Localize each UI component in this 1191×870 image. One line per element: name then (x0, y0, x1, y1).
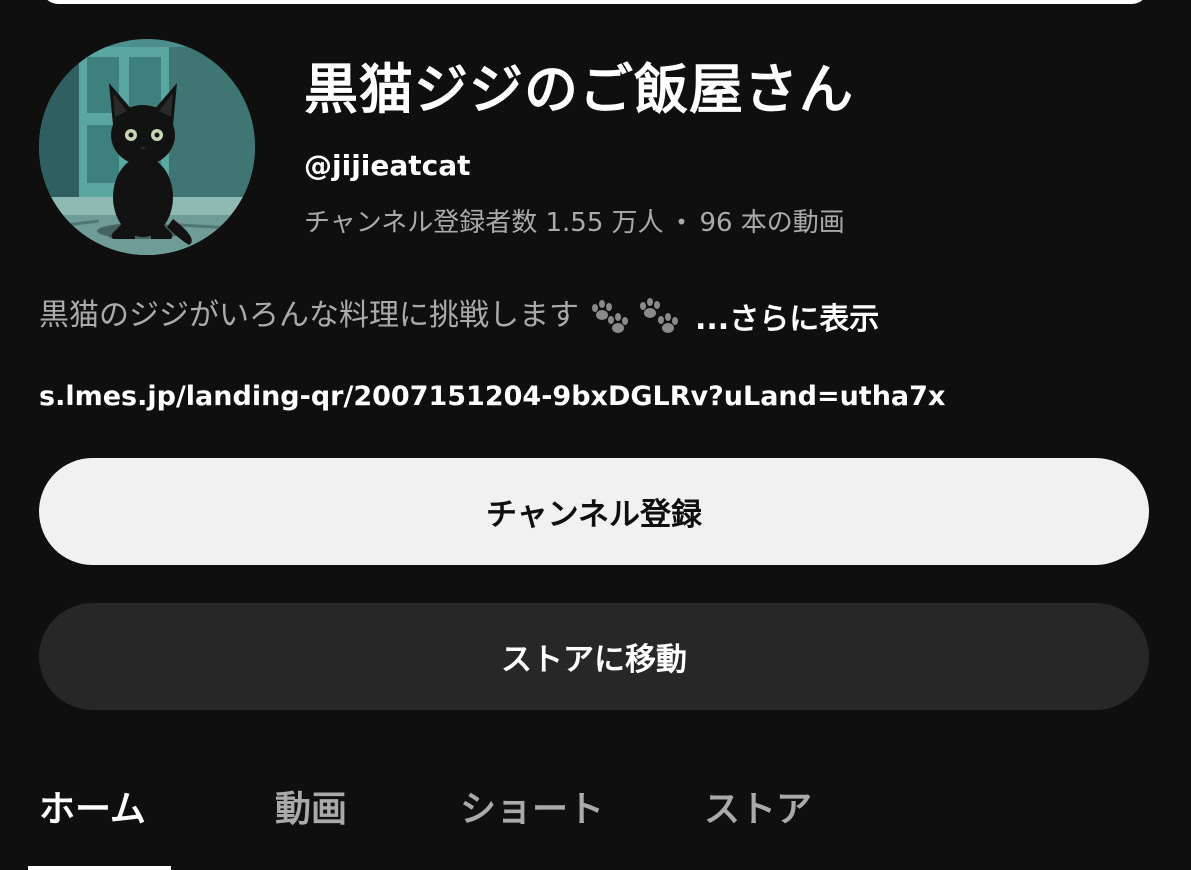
subscribe-button[interactable]: チャンネル登録 (39, 458, 1149, 565)
channel-external-link[interactable]: s.lmes.jp/landing-qr/2007151204-9bxDGLRv… (39, 377, 945, 417)
channel-banner-edge (42, 0, 1148, 4)
channel-description-row[interactable]: 黒猫のジジがいろんな料理に挑戦します ...さらに表示 (39, 294, 879, 338)
video-count: 96 本の動画 (699, 208, 845, 238)
paw-prints-icon (633, 296, 683, 336)
channel-meta: チャンネル登録者数 1.55 万人 • 96 本の動画 (304, 204, 845, 241)
channel-avatar[interactable] (39, 39, 255, 255)
channel-name: 黒猫ジジのご飯屋さん (304, 58, 854, 121)
channel-tabs: ホーム 動画 ショート ストア (39, 778, 844, 834)
show-more-link[interactable]: ...さらに表示 (695, 294, 879, 338)
tab-store[interactable]: ストア (704, 780, 844, 832)
paw-prints-icon (581, 296, 631, 336)
meta-separator: • (675, 210, 688, 234)
black-cat-avatar-image (39, 39, 255, 255)
active-tab-indicator (28, 866, 171, 870)
tab-home[interactable]: ホーム (39, 780, 275, 832)
tab-videos[interactable]: 動画 (275, 780, 460, 832)
tab-shorts[interactable]: ショート (460, 780, 704, 832)
go-to-store-button[interactable]: ストアに移動 (39, 603, 1149, 710)
channel-description: 黒猫のジジがいろんな料理に挑戦します (39, 298, 579, 333)
subscriber-count: チャンネル登録者数 1.55 万人 (304, 208, 664, 238)
channel-handle: @jijieatcat (304, 149, 471, 182)
